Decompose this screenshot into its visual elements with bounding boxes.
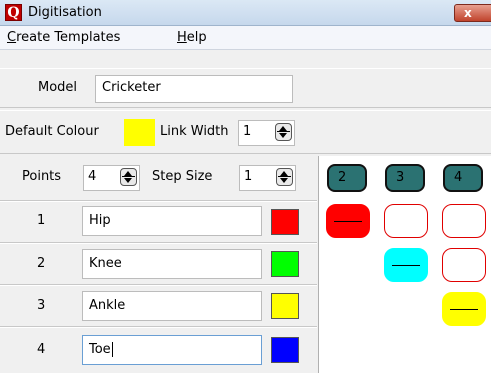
step-size-stepper-icon[interactable] [276, 168, 293, 186]
step-size-spinner[interactable]: 1 [239, 165, 296, 191]
link-line [334, 221, 362, 222]
link-width-value: 1 [243, 124, 252, 139]
point-index: 2 [37, 256, 46, 271]
link-cell[interactable] [384, 248, 428, 282]
link-matrix: 2 3 4 [318, 156, 491, 373]
default-colour-swatch[interactable] [124, 119, 155, 146]
model-input[interactable]: Cricketer [95, 75, 293, 103]
point-colour-swatch[interactable] [271, 251, 299, 277]
points-spinner[interactable]: 4 [83, 165, 140, 191]
matrix-header[interactable]: 3 [385, 164, 425, 192]
link-line [450, 309, 478, 310]
point-name-input[interactable]: Knee [82, 249, 262, 279]
point-colour-swatch[interactable] [271, 337, 299, 363]
link-cell[interactable] [442, 292, 486, 326]
menu-help[interactable]: Help [177, 30, 207, 45]
step-size-label: Step Size [152, 169, 213, 184]
link-width-spinner[interactable]: 1 [238, 120, 295, 146]
link-cell[interactable] [326, 204, 370, 238]
link-cell[interactable] [442, 248, 486, 282]
point-row: 2 Knee [0, 244, 318, 284]
link-width-label: Link Width [160, 124, 229, 139]
point-row: 4 Toe [0, 328, 318, 370]
default-colour-label: Default Colour [5, 124, 99, 139]
point-name-input[interactable]: Hip [82, 206, 262, 236]
points-value: 4 [88, 169, 97, 184]
link-line [392, 265, 420, 266]
text-caret [111, 342, 113, 357]
app-icon: Q [5, 4, 22, 21]
point-index: 1 [37, 213, 46, 228]
point-row: 3 Ankle [0, 286, 318, 326]
points-label: Points [22, 169, 62, 184]
point-index: 4 [37, 342, 46, 357]
link-width-stepper-icon[interactable] [275, 123, 292, 141]
point-name-input[interactable]: Ankle [82, 291, 262, 321]
title-bar: Q Digitisation x [0, 0, 491, 26]
model-panel: Model Cricketer [0, 68, 491, 108]
model-label: Model [38, 80, 78, 95]
close-button[interactable]: x [454, 4, 491, 22]
link-cell[interactable] [384, 204, 428, 238]
points-list: 1 Hip 2 Knee 3 Ankle 4 Toe [0, 200, 318, 373]
matrix-header[interactable]: 4 [443, 164, 483, 192]
step-size-value: 1 [244, 169, 253, 184]
points-stepper-icon[interactable] [120, 168, 137, 186]
matrix-header[interactable]: 2 [327, 164, 367, 192]
point-colour-swatch[interactable] [271, 209, 299, 235]
link-cell[interactable] [442, 204, 486, 238]
point-row: 1 Hip [0, 202, 318, 242]
digitisation-window: Q Digitisation x Create Templates Help M… [0, 0, 491, 373]
point-name-input[interactable]: Toe [82, 335, 262, 365]
point-colour-swatch[interactable] [271, 293, 299, 319]
menu-bar: Create Templates Help [0, 26, 491, 50]
window-title: Digitisation [28, 5, 102, 20]
points-panel: Points 4 Step Size 1 [0, 156, 318, 200]
point-index: 3 [37, 298, 46, 313]
menu-create-templates[interactable]: Create Templates [7, 30, 120, 45]
defaults-panel: Default Colour Link Width 1 [0, 110, 491, 154]
